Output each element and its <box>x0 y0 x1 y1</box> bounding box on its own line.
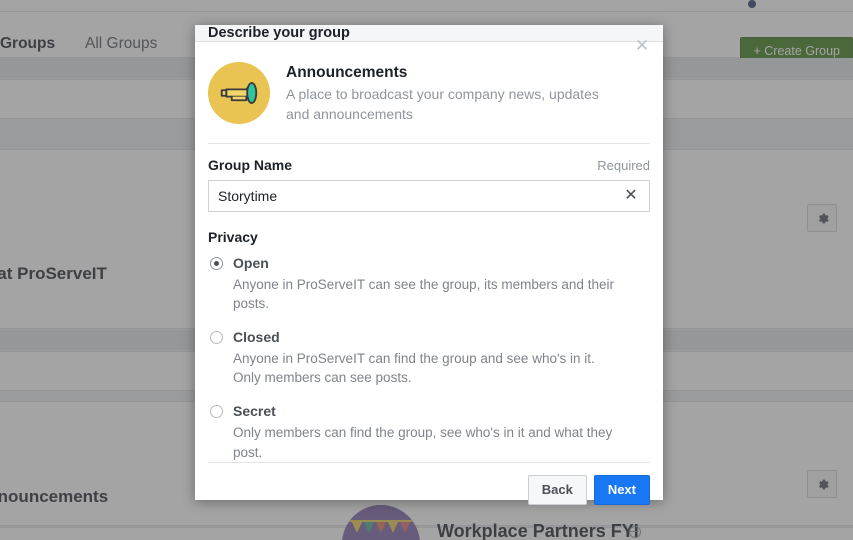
privacy-option-open[interactable]: Open Anyone in ProServeIT can see the gr… <box>208 254 650 314</box>
privacy-heading: Privacy <box>208 228 258 245</box>
clear-x-icon[interactable]: ✕ <box>621 186 641 206</box>
privacy-option-secret[interactable]: Secret Only members can find the group, … <box>208 402 650 462</box>
group-preview-name: Announcements <box>286 64 408 81</box>
modal-footer: Back Next <box>208 462 650 518</box>
modal-header: Describe your group ✕ <box>195 25 663 54</box>
group-preview-description: A place to broadcast your company news, … <box>286 86 599 122</box>
modal-body: Announcements A place to broadcast your … <box>195 42 663 462</box>
next-button[interactable]: Next <box>593 475 650 506</box>
modal-title: Describe your group <box>208 25 350 41</box>
group-preview-text: Announcements A place to broadcast your … <box>286 62 621 125</box>
group-preview: Announcements A place to broadcast your … <box>208 42 650 143</box>
privacy-option-secret-label: Secret <box>233 403 276 419</box>
trumpet-icon <box>220 82 258 104</box>
back-button[interactable]: Back <box>527 475 587 506</box>
describe-group-modal: Describe your group ✕ Announcements A pl… <box>195 25 663 506</box>
screen: Groups All Groups + Create Group ety at … <box>0 0 853 540</box>
group-avatar <box>208 62 270 124</box>
privacy-option-secret-description: Only members can find the group, see who… <box>233 425 613 460</box>
group-name-label: Group Name <box>208 156 293 173</box>
group-name-required-text: Required <box>597 157 650 173</box>
privacy-option-open-label: Open <box>233 254 269 271</box>
group-name-field-header: Group Name Required <box>208 144 650 180</box>
group-name-input[interactable] <box>208 179 650 212</box>
privacy-radio-group: Open Anyone in ProServeIT can see the gr… <box>208 254 650 462</box>
privacy-option-closed[interactable]: Closed Anyone in ProServeIT can find the… <box>208 328 650 388</box>
privacy-option-open-description: Anyone in ProServeIT can see the group, … <box>233 276 614 312</box>
group-name-input-wrap: ✕ <box>208 179 650 212</box>
radio-icon-open[interactable] <box>210 256 223 270</box>
privacy-option-closed-label: Closed <box>233 328 280 345</box>
close-icon[interactable]: ✕ <box>631 34 653 56</box>
radio-icon-secret[interactable] <box>210 405 223 418</box>
radio-icon-closed[interactable] <box>210 330 223 344</box>
privacy-option-closed-description: Anyone in ProServeIT can find the group … <box>233 350 595 386</box>
